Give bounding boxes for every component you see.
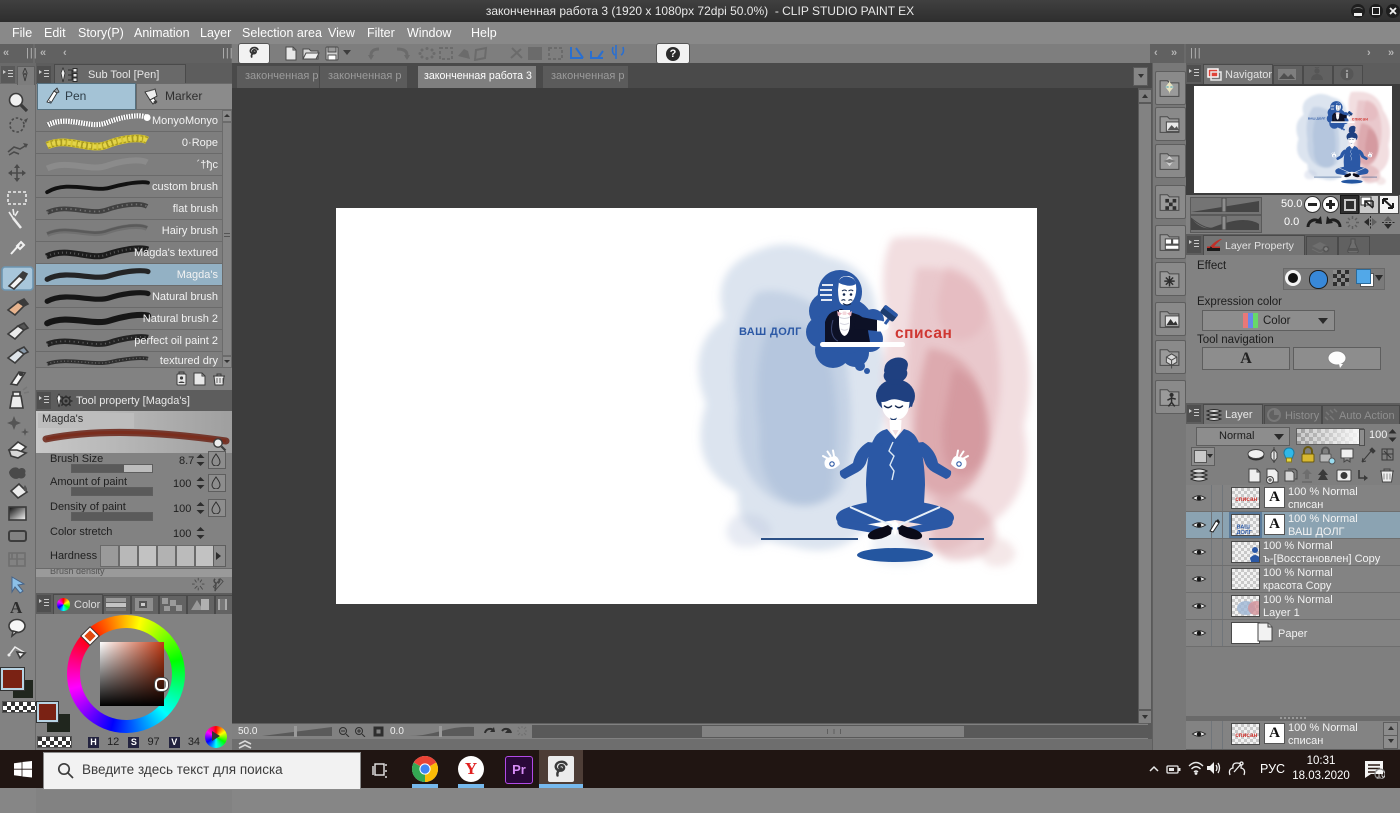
- svg-text:списан: списан: [895, 325, 952, 342]
- svg-text:10: 10: [1377, 770, 1386, 780]
- svg-text:ВАШ ДОЛГ: ВАШ ДОЛГ: [1308, 116, 1326, 120]
- svg-text:списан: списан: [1352, 116, 1368, 121]
- svg-text:ВАШ ДОЛГ: ВАШ ДОЛГ: [739, 326, 802, 338]
